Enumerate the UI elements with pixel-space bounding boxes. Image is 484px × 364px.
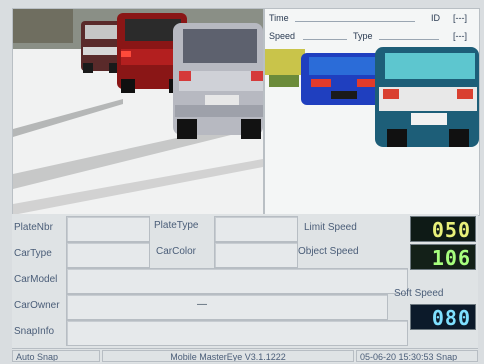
car-owner-value: — xyxy=(197,299,207,310)
secondary-camera-view[interactable]: Time ID [---] Speed Type [---] xyxy=(264,8,480,216)
car-model-field xyxy=(66,268,408,294)
car-color-label: CarColor xyxy=(156,246,197,257)
status-bar: Auto Snap Mobile MasterEye V3.1.1222 05-… xyxy=(12,348,478,363)
limit-speed-display: 050 xyxy=(410,216,476,242)
soft-speed-display: 080 xyxy=(410,304,476,330)
status-datetime: 05-06-20 15:30:53 Snap xyxy=(356,350,478,362)
car-color-field xyxy=(214,242,298,268)
object-speed-display: 106 xyxy=(410,244,476,270)
car-owner-field: — xyxy=(66,294,388,320)
status-version: Mobile MasterEye V3.1.1222 xyxy=(102,350,354,362)
object-speed-label: Object Speed xyxy=(298,246,359,257)
car-model-label: CarModel xyxy=(14,274,58,285)
overlay-bracket-2: [---] xyxy=(453,31,467,41)
soft-speed-label: Soft Speed xyxy=(394,288,444,299)
plate-type-field xyxy=(214,216,298,242)
limit-speed-label: Limit Speed xyxy=(304,222,357,233)
overlay-speed-label: Speed xyxy=(269,31,296,41)
status-mode: Auto Snap xyxy=(12,350,100,362)
overlay-type-label: Type xyxy=(353,31,373,41)
overlay-time-label: Time xyxy=(269,13,289,23)
overlay-type-line xyxy=(379,39,439,40)
plate-type-label: PlateType xyxy=(154,220,199,231)
car-type-field xyxy=(66,242,150,268)
main-camera-view[interactable] xyxy=(12,8,264,216)
overlay-id-label: ID xyxy=(431,13,440,23)
snap-info-field xyxy=(66,320,408,346)
snap-info-label: SnapInfo xyxy=(14,326,55,337)
overlay-bracket-1: [---] xyxy=(453,13,467,23)
main-camera-image xyxy=(13,9,263,215)
overlay-time-line xyxy=(295,21,415,22)
car-type-label: CarType xyxy=(14,248,52,259)
plate-nbr-field xyxy=(66,216,150,242)
overlay-speed-line xyxy=(303,39,347,40)
car-owner-label: CarOwner xyxy=(14,300,60,311)
plate-nbr-label: PlateNbr xyxy=(14,222,53,233)
